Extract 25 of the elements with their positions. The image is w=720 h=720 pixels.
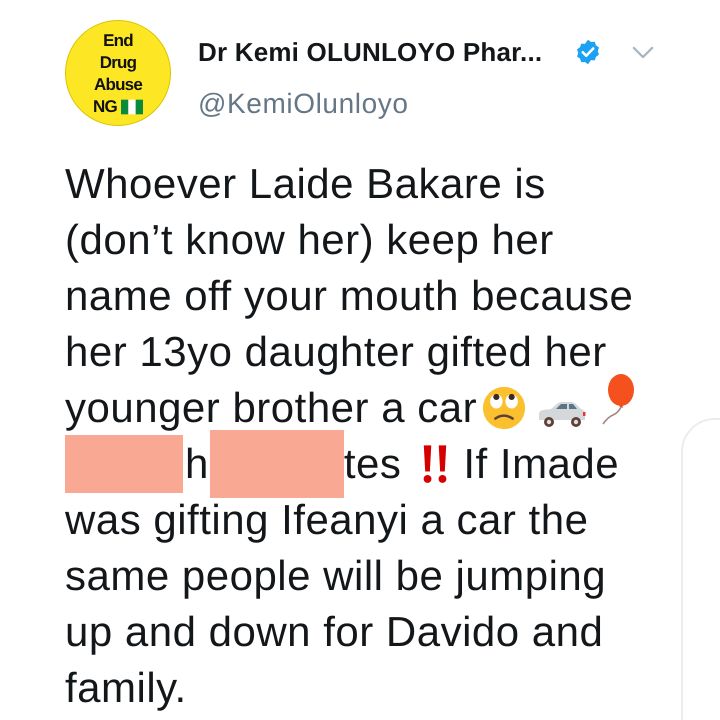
tweet-text: (don’t know her) keep her xyxy=(65,215,554,265)
tweet-text: was gifting Ifeanyi a car the xyxy=(65,495,588,545)
eye-roll-face-icon xyxy=(481,385,528,431)
tweet-text: Whoever Laide Bakare is xyxy=(65,159,546,209)
double-exclamation-icon xyxy=(421,443,450,485)
author-handle: @KemiOlunloyo xyxy=(198,88,410,120)
avatar-text: Drug xyxy=(100,52,136,74)
tweet-text: h xyxy=(185,439,209,489)
chevron-down-icon[interactable] xyxy=(632,46,654,58)
author-name: Dr Kemi OLUNLOYO Phar... xyxy=(198,36,542,68)
avatar[interactable]: End Drug Abuse NG xyxy=(65,20,171,126)
tweet-text: her 13yo daughter gifted her xyxy=(65,327,607,377)
tweet-text: younger brother a car xyxy=(65,383,478,433)
tweet-text: family. xyxy=(65,663,187,713)
avatar-text: End xyxy=(103,30,133,52)
tweet-text: name off your mouth because xyxy=(65,271,634,321)
tweet-text: up and down for Davido and xyxy=(65,607,604,657)
tweet-text: same people will be jumping xyxy=(65,551,606,601)
flag-icon xyxy=(120,99,143,115)
tweet-text: tes xyxy=(344,439,402,489)
avatar-text: Abuse xyxy=(94,74,142,96)
car-icon xyxy=(537,400,588,428)
balloon-icon xyxy=(601,373,636,427)
avatar-text: NG xyxy=(93,96,117,118)
tweet-text: If Imade xyxy=(463,439,620,489)
